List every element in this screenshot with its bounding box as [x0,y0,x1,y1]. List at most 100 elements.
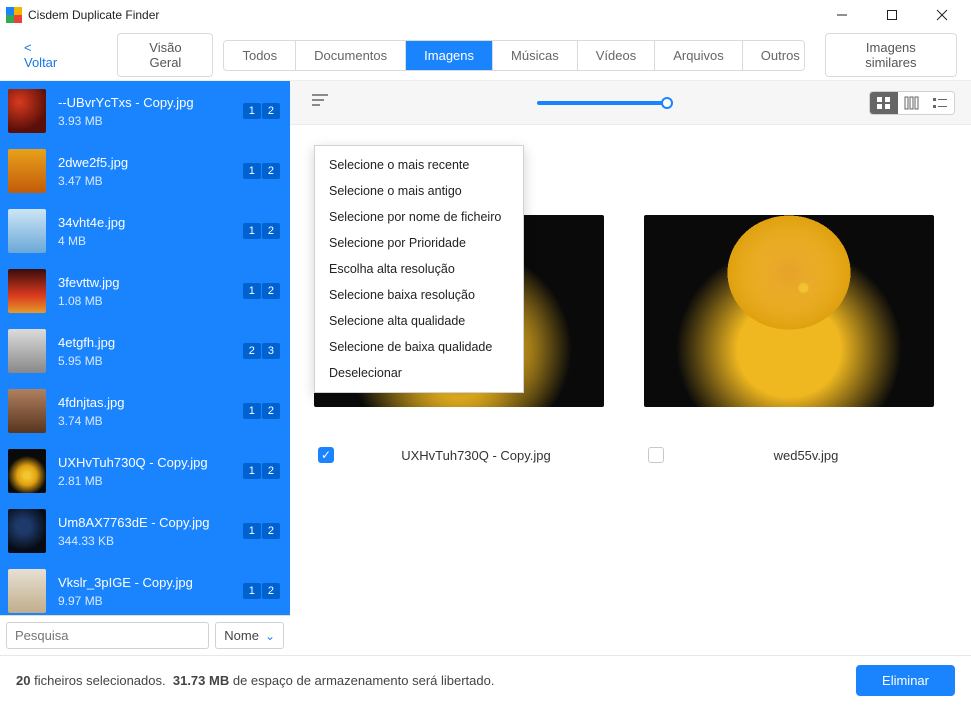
menu-item[interactable]: Selecione o mais recente [315,152,523,178]
content-toolbar [290,81,971,125]
select-checkbox[interactable] [648,447,664,463]
selected-badge: 1 [243,283,261,299]
app-title: Cisdem Duplicate Finder [28,8,159,22]
preview-filename: wed55v.jpg [678,448,934,463]
view-list-button[interactable] [926,92,954,114]
selection-context-menu: Selecione o mais recenteSelecione o mais… [314,145,524,393]
list-item[interactable]: 34vht4e.jpg4 MB12 [0,201,290,261]
overview-button[interactable]: Visão Geral [117,33,213,77]
selected-badge: 1 [243,163,261,179]
preview-image[interactable] [644,215,934,407]
file-name: UXHvTuh730Q - Copy.jpg [58,455,243,470]
preview-area: Selecione o mais recenteSelecione o mais… [290,125,971,655]
menu-item[interactable]: Selecione o mais antigo [315,178,523,204]
file-size: 5.95 MB [58,354,243,368]
main-area: --UBvrYcTxs - Copy.jpg3.93 MB122dwe2f5.j… [0,80,971,655]
category-tabs: Todos Documentos Imagens Músicas Vídeos … [223,40,804,71]
file-size: 9.97 MB [58,594,243,608]
list-item[interactable]: 4fdnjtas.jpg3.74 MB12 [0,381,290,441]
file-size: 4 MB [58,234,243,248]
total-badge: 2 [262,583,280,599]
menu-item[interactable]: Deselecionar [315,360,523,386]
window-maximize-button[interactable] [879,2,905,28]
selection-stats: 20 ficheiros selecionados. 31.73 MB de e… [16,673,494,688]
thumbnail-icon [8,329,46,373]
similar-images-button[interactable]: Imagens similares [825,33,957,77]
list-item[interactable]: 4etgfh.jpg5.95 MB23 [0,321,290,381]
badge-group: 12 [243,223,280,239]
selected-count-suffix: ficheiros selecionados. [34,673,166,688]
window-minimize-button[interactable] [829,2,855,28]
file-name: --UBvrYcTxs - Copy.jpg [58,95,243,110]
tab-archives[interactable]: Arquivos [655,41,743,70]
tab-images[interactable]: Imagens [406,41,493,70]
menu-item[interactable]: Selecione de baixa qualidade [315,334,523,360]
selected-badge: 1 [243,523,261,539]
chevron-down-icon: ⌄ [265,629,275,643]
tab-documents[interactable]: Documentos [296,41,406,70]
sort-label: Nome [224,628,259,643]
list-item[interactable]: UXHvTuh730Q - Copy.jpg2.81 MB12 [0,441,290,501]
delete-button[interactable]: Eliminar [856,665,955,696]
list-item[interactable]: 2dwe2f5.jpg3.47 MB12 [0,141,290,201]
total-badge: 2 [262,463,280,479]
selected-badge: 1 [243,463,261,479]
sort-menu-button[interactable] [306,88,334,117]
search-input[interactable] [6,622,209,649]
menu-item[interactable]: Escolha alta resolução [315,256,523,282]
tab-music[interactable]: Músicas [493,41,578,70]
menu-item[interactable]: Selecione por nome de ficheiro [315,204,523,230]
list-item[interactable]: 3fevttw.jpg1.08 MB12 [0,261,290,321]
view-mode-toggle [869,91,955,115]
view-columns-button[interactable] [898,92,926,114]
thumbnail-icon [8,149,46,193]
view-grid-button[interactable] [870,92,898,114]
preview-filename: UXHvTuh730Q - Copy.jpg [348,448,604,463]
selected-badge: 1 [243,403,261,419]
selected-badge: 1 [243,103,261,119]
toolbar: < Voltar Visão Geral Todos Documentos Im… [0,30,971,80]
badge-group: 12 [243,463,280,479]
badge-group: 12 [243,163,280,179]
freed-size-suffix: de espaço de armazenamento será libertad… [233,673,495,688]
total-badge: 2 [262,283,280,299]
tab-others[interactable]: Outros [743,41,805,70]
footer: 20 ficheiros selecionados. 31.73 MB de e… [0,655,971,705]
back-button[interactable]: < Voltar [24,40,67,70]
app-icon [6,7,22,23]
list-item[interactable]: Vkslr_3pIGE - Copy.jpg9.97 MB12 [0,561,290,615]
menu-item[interactable]: Selecione por Prioridade [315,230,523,256]
menu-item[interactable]: Selecione alta qualidade [315,308,523,334]
selected-badge: 1 [243,583,261,599]
thumbnail-icon [8,449,46,493]
total-badge: 2 [262,223,280,239]
sidebar-bottom-bar: Nome ⌄ [0,615,290,655]
zoom-slider[interactable] [537,101,667,105]
thumbnail-icon [8,569,46,613]
menu-item[interactable]: Selecione baixa resolução [315,282,523,308]
window-close-button[interactable] [929,2,955,28]
sort-dropdown[interactable]: Nome ⌄ [215,622,284,649]
list-item[interactable]: Um8AX7763dE - Copy.jpg344.33 KB12 [0,501,290,561]
file-name: 4fdnjtas.jpg [58,395,243,410]
badge-group: 23 [243,343,280,359]
duplicate-list[interactable]: --UBvrYcTxs - Copy.jpg3.93 MB122dwe2f5.j… [0,81,290,615]
selected-badge: 1 [243,223,261,239]
select-checkbox[interactable] [318,447,334,463]
thumbnail-icon [8,269,46,313]
file-size: 344.33 KB [58,534,243,548]
preview-card: wed55v.jpg [644,215,934,463]
thumbnail-icon [8,509,46,553]
slider-thumb[interactable] [661,97,673,109]
selected-count: 20 [16,673,30,688]
file-name: Um8AX7763dE - Copy.jpg [58,515,243,530]
sidebar: --UBvrYcTxs - Copy.jpg3.93 MB122dwe2f5.j… [0,81,290,655]
tab-all[interactable]: Todos [224,41,296,70]
list-item[interactable]: --UBvrYcTxs - Copy.jpg3.93 MB12 [0,81,290,141]
file-size: 1.08 MB [58,294,243,308]
tab-videos[interactable]: Vídeos [578,41,655,70]
selected-badge: 2 [243,343,261,359]
total-badge: 2 [262,103,280,119]
badge-group: 12 [243,583,280,599]
thumbnail-icon [8,89,46,133]
